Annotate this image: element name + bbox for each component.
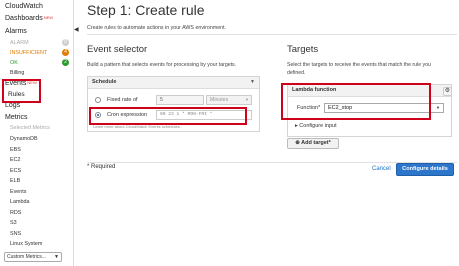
ok-count-badge: 2: [62, 59, 69, 66]
sidebar-item-dashboards[interactable]: DashboardsNEW: [5, 15, 53, 22]
sidebar-item-cloudwatch[interactable]: CloudWatch: [5, 3, 43, 10]
alarm-count-badge: 0: [62, 39, 69, 46]
sidebar-item-ok[interactable]: OK: [10, 60, 18, 66]
sidebar-item-selected-metrics[interactable]: Selected Metrics: [10, 125, 50, 131]
sidebar-item-metric[interactable]: Linux System: [10, 241, 42, 247]
configure-details-button[interactable]: Configure details: [396, 163, 454, 176]
sidebar-item-label: Dashboards: [5, 15, 43, 22]
targets-description-line2: defined.: [287, 70, 306, 76]
highlight-lambda-function: [281, 83, 431, 120]
sidebar-item-metric[interactable]: RDS: [10, 210, 21, 216]
chevron-down-icon: ▼: [245, 97, 249, 102]
fixed-rate-radio[interactable]: [95, 97, 101, 103]
custom-metrics-select[interactable]: Custom Metrics... ▼: [4, 252, 62, 262]
highlight-cron-expression: [89, 107, 247, 125]
chevron-down-icon: ▼: [250, 79, 255, 85]
chevron-down-icon: ▼: [54, 254, 59, 260]
rate-unit-select[interactable]: Minutes ▼: [206, 95, 252, 105]
sidebar-item-billing[interactable]: Billing: [10, 70, 24, 76]
sidebar-item-metric[interactable]: DynamoDB: [10, 136, 38, 142]
configure-input-toggle[interactable]: ▸ Configure input: [295, 123, 337, 129]
gear-icon[interactable]: ⚙: [443, 87, 452, 96]
schedule-dropdown[interactable]: Schedule ▼: [88, 77, 259, 89]
sidebar-item-metric[interactable]: SNS: [10, 231, 21, 237]
page-subtitle: Create rules to automate actions in your…: [87, 25, 227, 31]
rate-unit-label: Minutes: [210, 97, 229, 103]
event-selector-title: Event selector: [87, 44, 148, 55]
chevron-down-icon: ▼: [436, 105, 440, 110]
sidebar-item-metric[interactable]: S3: [10, 220, 17, 226]
sidebar-item-metric[interactable]: Lambda: [10, 199, 29, 205]
sidebar-item-metric[interactable]: EC2: [10, 157, 21, 163]
event-selector-description: Build a pattern that selects events for …: [87, 62, 237, 68]
targets-title: Targets: [287, 44, 319, 55]
custom-metrics-label: Custom Metrics...: [7, 254, 46, 260]
sidebar-item-metric[interactable]: ECS: [10, 168, 21, 174]
sidebar-item-metric[interactable]: Events: [10, 189, 26, 195]
cancel-button[interactable]: Cancel: [372, 166, 391, 172]
sidebar-item-alarms[interactable]: Alarms: [5, 28, 27, 35]
targets-description-line1: Select the targets to receive the events…: [287, 62, 431, 68]
schedule-label: Schedule: [92, 79, 117, 85]
sidebar-item-insufficient[interactable]: INSUFFICIENT: [10, 50, 47, 56]
page-title: Step 1: Create rule: [87, 2, 205, 18]
add-target-label: Add target*: [301, 140, 331, 146]
insufficient-count-badge: 4: [62, 49, 69, 56]
sidebar-item-metric[interactable]: EBS: [10, 147, 21, 153]
sidebar-item-metric[interactable]: ELB: [10, 178, 20, 184]
collapse-sidebar-icon[interactable]: ◀: [74, 26, 80, 36]
fixed-rate-input[interactable]: 5: [156, 95, 204, 105]
configure-input-label: Configure input: [299, 123, 337, 129]
add-target-button[interactable]: ⊕ Add target*: [287, 138, 339, 149]
sidebar: CloudWatch DashboardsNEW Alarms ALARM 0 …: [0, 0, 74, 266]
sidebar-item-alarm[interactable]: ALARM: [10, 40, 29, 46]
fixed-rate-label: Fixed rate of: [107, 97, 138, 103]
required-note: * Required: [87, 164, 116, 170]
new-badge: NEW: [43, 15, 54, 20]
sidebar-item-metrics[interactable]: Metrics: [5, 114, 28, 121]
sidebar-item-logs[interactable]: Logs: [5, 102, 20, 109]
highlight-events-rules: [2, 79, 41, 103]
divider: [87, 34, 457, 35]
